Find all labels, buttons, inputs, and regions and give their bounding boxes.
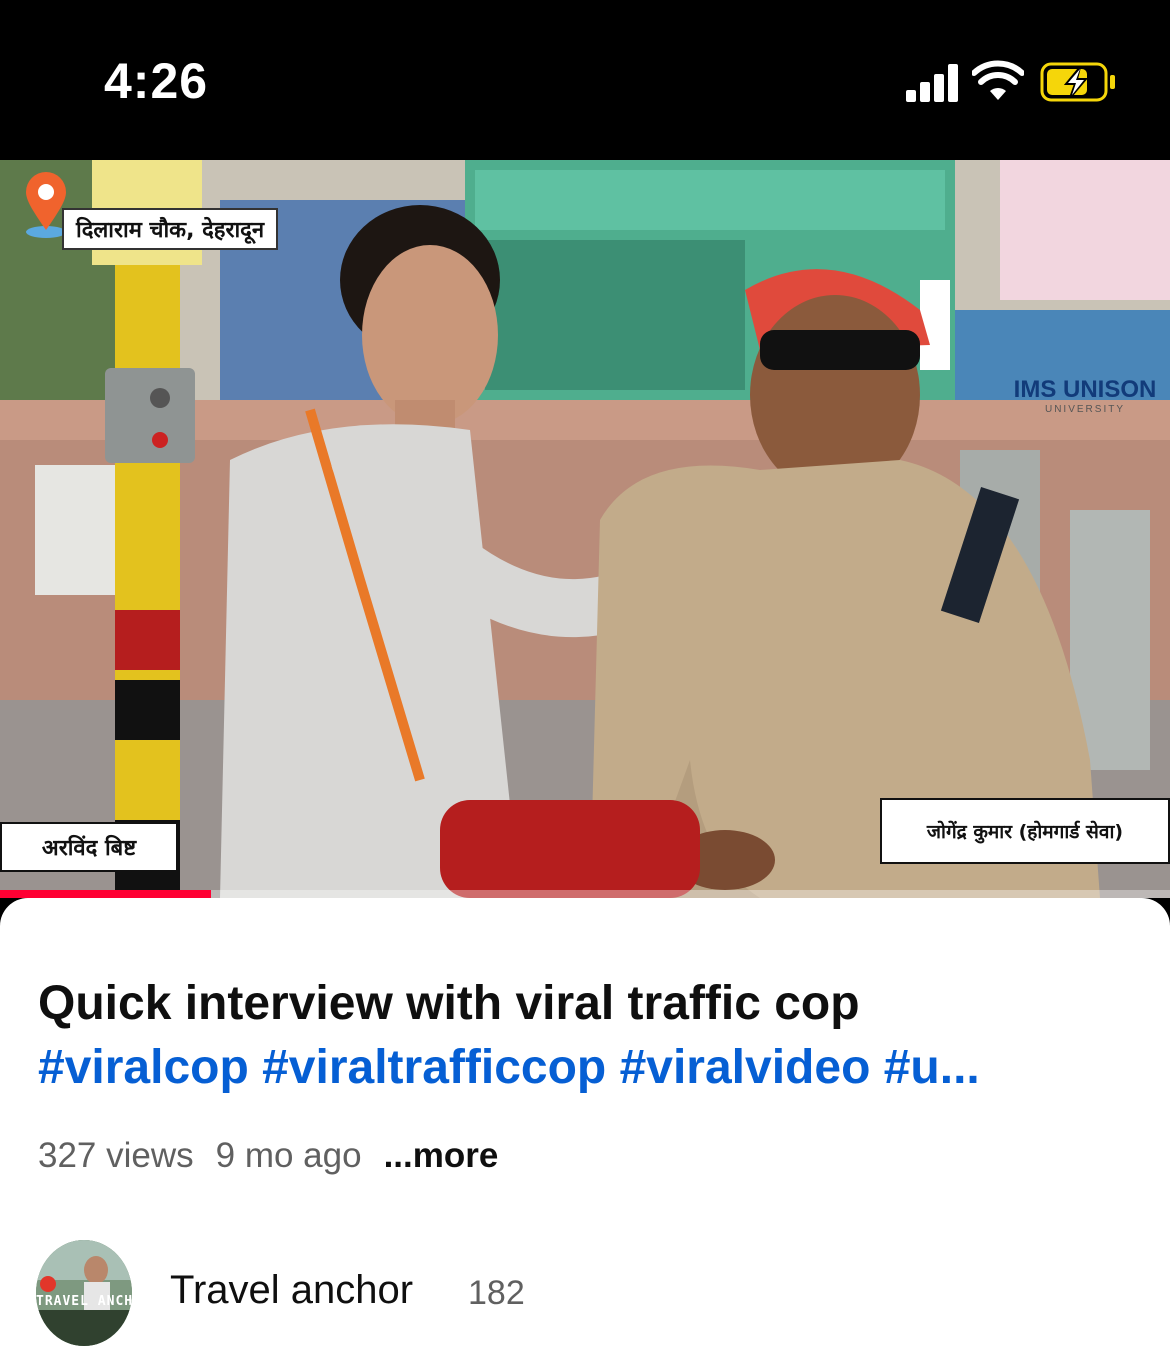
channel-avatar[interactable]: TRAVEL ANCH: [36, 1240, 132, 1346]
upload-age: 9 mo ago: [215, 1136, 362, 1175]
location-tag: दिलाराम चौक, देहरादून: [62, 208, 279, 250]
sponsor-logo: IMS UNISON UNIVERSITY: [1010, 348, 1160, 428]
video-player[interactable]: IMS UNISON UNIVERSITY: [0, 160, 1170, 898]
video-progress-fill: [0, 890, 211, 898]
status-time: 4:26: [104, 53, 209, 109]
video-title-text: Quick interview with viral traffic cop: [38, 977, 860, 1030]
view-count: 327 views: [38, 1136, 194, 1175]
signal-icon: [906, 64, 960, 102]
video-frame: [0, 160, 1170, 898]
avatar-text: TRAVEL ANCH: [36, 1294, 132, 1309]
channel-name[interactable]: Travel anchor: [170, 1268, 413, 1313]
sponsor-logo-sub: UNIVERSITY: [1044, 404, 1125, 415]
guest-name-caption: जोगेंद्र कुमार (होमगार्ड सेवा): [880, 798, 1170, 864]
status-bar: 4:26: [0, 0, 1170, 160]
wifi-icon: [972, 60, 1024, 100]
video-title[interactable]: Quick interview with viral traffic cop #…: [38, 972, 1138, 1100]
video-hashtags[interactable]: #viralcop #viraltrafficcop #viralvideo #…: [38, 1036, 1138, 1100]
sponsor-logo-name: IMS UNISON: [1013, 376, 1157, 403]
video-meta[interactable]: 327 views 9 mo ago ...more: [38, 1136, 498, 1176]
reporter-name-caption: अरविंद बिष्ट: [0, 822, 178, 872]
more-button[interactable]: ...more: [384, 1136, 499, 1175]
avatar-image: [36, 1240, 132, 1346]
subscriber-count: 182: [468, 1274, 525, 1312]
battery-charging-icon: [1040, 62, 1115, 102]
